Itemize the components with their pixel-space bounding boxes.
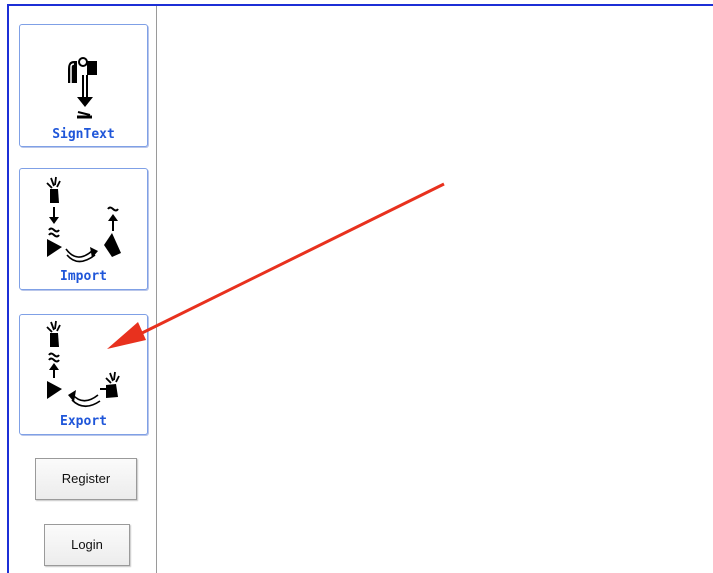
signtext-label: SignText	[52, 127, 115, 142]
signtext-button[interactable]: SignText	[19, 24, 148, 147]
export-label: Export	[60, 414, 107, 429]
login-button[interactable]: Login	[44, 524, 130, 566]
import-button[interactable]: Import	[19, 168, 148, 290]
import-label: Import	[60, 269, 107, 284]
export-button[interactable]: Export	[19, 314, 148, 435]
register-button[interactable]: Register	[35, 458, 137, 500]
